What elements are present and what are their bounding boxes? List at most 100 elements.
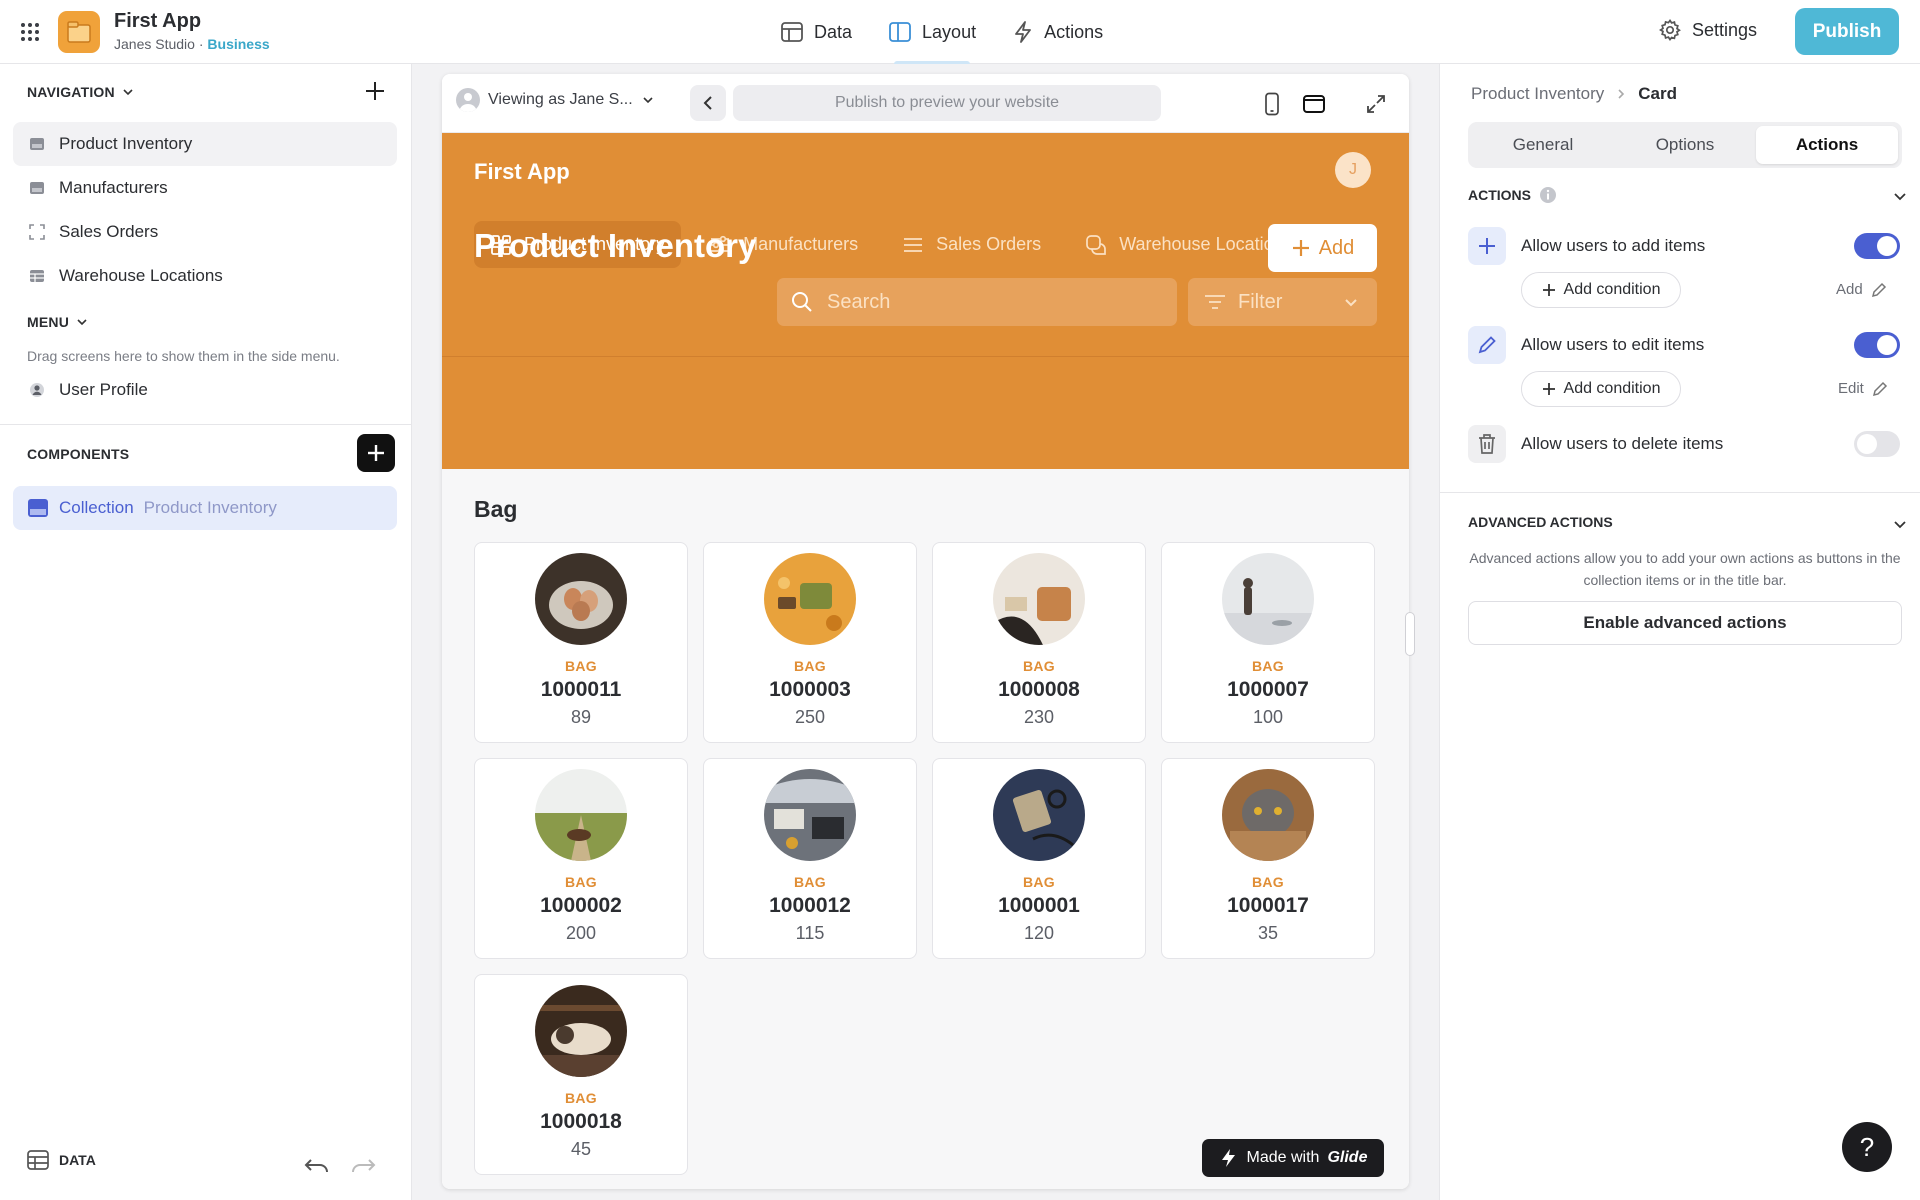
topnav-data[interactable]: Data: [776, 0, 856, 64]
actions-header-label: ACTIONS: [1468, 187, 1531, 203]
item-value: 89: [570, 707, 592, 727]
topnav-actions[interactable]: Actions: [1008, 0, 1107, 64]
collection-card[interactable]: BAG 1000002 200: [474, 758, 688, 959]
pencil-icon: [1872, 381, 1887, 396]
settings-label: Settings: [1692, 19, 1758, 40]
preview-tab-sales-orders[interactable]: Sales Orders: [886, 221, 1057, 268]
table-icon: [30, 182, 44, 194]
item-id: 1000007: [1227, 678, 1309, 701]
add-condition-button[interactable]: Add condition: [1521, 371, 1681, 407]
item-value: 45: [570, 1139, 592, 1159]
collection-card[interactable]: BAG 1000017 35: [1161, 758, 1375, 959]
menu-header[interactable]: MENU: [27, 314, 89, 330]
viewing-as-selector[interactable]: Viewing as Jane S...: [456, 88, 655, 112]
chevron-down-icon: [123, 89, 133, 96]
action-label-delete: Allow users to delete items: [1521, 434, 1724, 453]
collection-card[interactable]: BAG 1000008 230: [932, 542, 1146, 743]
redo-icon[interactable]: [350, 1156, 376, 1174]
nav-item-sales-orders[interactable]: Sales Orders: [13, 210, 397, 254]
enable-advanced-actions-button[interactable]: Enable advanced actions: [1468, 601, 1902, 645]
item-value: 100: [1252, 707, 1284, 727]
publish-button[interactable]: Publish: [1795, 8, 1899, 55]
item-thumbnail: [535, 553, 627, 645]
menu-item-label: User Profile: [59, 380, 148, 399]
breadcrumb: Product Inventory Card: [1471, 84, 1677, 104]
item-category: BAG: [564, 874, 597, 890]
collection-card[interactable]: BAG 1000011 89: [474, 542, 688, 743]
navigation-header[interactable]: NAVIGATION: [27, 84, 135, 100]
data-button[interactable]: DATA: [27, 1150, 96, 1170]
info-icon[interactable]: [1539, 186, 1557, 204]
preview-avatar[interactable]: J: [1335, 152, 1371, 188]
preview-content: Bag BAG 1000011 89 BAG 1000003 250 BAG 1…: [442, 469, 1409, 1189]
add-action-link-label: Add: [1836, 281, 1863, 298]
collection-card[interactable]: BAG 1000018 45: [474, 974, 688, 1175]
settings-button[interactable]: Settings: [1658, 18, 1757, 42]
made-with-prefix: Made with: [1246, 1149, 1320, 1166]
tablet-view-icon[interactable]: [1302, 94, 1326, 114]
breadcrumb-parent[interactable]: Product Inventory: [1471, 84, 1604, 104]
preview-filter-dropdown[interactable]: Filter: [1188, 278, 1377, 326]
tab-options[interactable]: Options: [1614, 126, 1756, 164]
edit-action-link-label: Edit: [1838, 380, 1864, 397]
collection-card[interactable]: BAG 1000007 100: [1161, 542, 1375, 743]
component-type: Collection: [59, 498, 134, 517]
help-button[interactable]: ?: [1842, 1122, 1892, 1172]
preview-page-title: Product Inventory: [474, 227, 757, 264]
add-screen-icon[interactable]: [364, 80, 386, 102]
collection-card[interactable]: BAG 1000001 120: [932, 758, 1146, 959]
left-panel: NAVIGATION Product Inventory Manufacture…: [0, 64, 412, 1200]
preview-toolbar: Viewing as Jane S... Publish to preview …: [442, 74, 1409, 133]
toggle-allow-delete[interactable]: [1854, 431, 1900, 457]
user-avatar-icon: [456, 88, 480, 112]
app-icon[interactable]: [58, 11, 100, 53]
edit-action-icon: [1468, 326, 1506, 364]
toggle-allow-add[interactable]: [1854, 233, 1900, 259]
chevron-right-icon: [1618, 89, 1625, 99]
menu-item-user-profile[interactable]: User Profile: [13, 368, 397, 412]
chevron-down-icon: [77, 319, 87, 326]
frame-icon: [29, 224, 45, 240]
collection-card[interactable]: BAG 1000012 115: [703, 758, 917, 959]
edit-action-edit-link[interactable]: Edit: [1838, 380, 1888, 397]
chevron-down-icon[interactable]: [1892, 188, 1908, 204]
search-placeholder: Search: [827, 290, 891, 313]
topnav-data-label: Data: [814, 21, 853, 42]
pencil-icon: [1478, 336, 1496, 354]
made-with-glide-badge[interactable]: Made with Glide: [1202, 1139, 1384, 1177]
add-action-edit-link[interactable]: Add: [1836, 281, 1887, 298]
item-id: 1000008: [998, 678, 1080, 701]
collection-card[interactable]: BAG 1000003 250: [703, 542, 917, 743]
data-label: DATA: [59, 1152, 96, 1168]
plus-icon: [368, 445, 384, 461]
phone-view-icon[interactable]: [1264, 92, 1280, 116]
made-with-brand: Glide: [1327, 1149, 1368, 1166]
chevron-down-icon[interactable]: [1892, 516, 1908, 532]
back-button[interactable]: [690, 85, 726, 121]
component-collection[interactable]: Collection Product Inventory: [13, 486, 397, 530]
add-component-button[interactable]: [357, 434, 395, 472]
item-category: BAG: [564, 658, 597, 674]
preview-app-header: First App J Product Inventory Manufactur…: [442, 133, 1409, 469]
preview-add-button[interactable]: Add: [1268, 224, 1377, 272]
add-condition-button[interactable]: Add condition: [1521, 272, 1681, 308]
toggle-allow-edit[interactable]: [1854, 332, 1900, 358]
chevron-down-icon: [1345, 299, 1357, 307]
resize-handle[interactable]: [1405, 612, 1415, 656]
expand-icon[interactable]: [1366, 94, 1386, 114]
apps-grid-icon[interactable]: [18, 20, 42, 44]
breadcrumb-current: Card: [1638, 84, 1677, 103]
tab-actions[interactable]: Actions: [1756, 126, 1898, 164]
item-id: 1000017: [1227, 894, 1309, 917]
preview-search-input[interactable]: Search: [777, 278, 1177, 326]
topnav-actions-label: Actions: [1044, 21, 1104, 42]
workspace-line: Janes Studio · Business: [114, 36, 270, 52]
preview-url-field[interactable]: Publish to preview your website: [733, 85, 1161, 121]
topnav-layout[interactable]: Layout: [884, 0, 980, 64]
app-title[interactable]: First App: [114, 10, 201, 33]
nav-item-product-inventory[interactable]: Product Inventory: [13, 122, 397, 166]
undo-icon[interactable]: [304, 1156, 330, 1174]
nav-item-warehouse-locations[interactable]: Warehouse Locations: [13, 254, 397, 298]
nav-item-manufacturers[interactable]: Manufacturers: [13, 166, 397, 210]
tab-general[interactable]: General: [1472, 126, 1614, 164]
